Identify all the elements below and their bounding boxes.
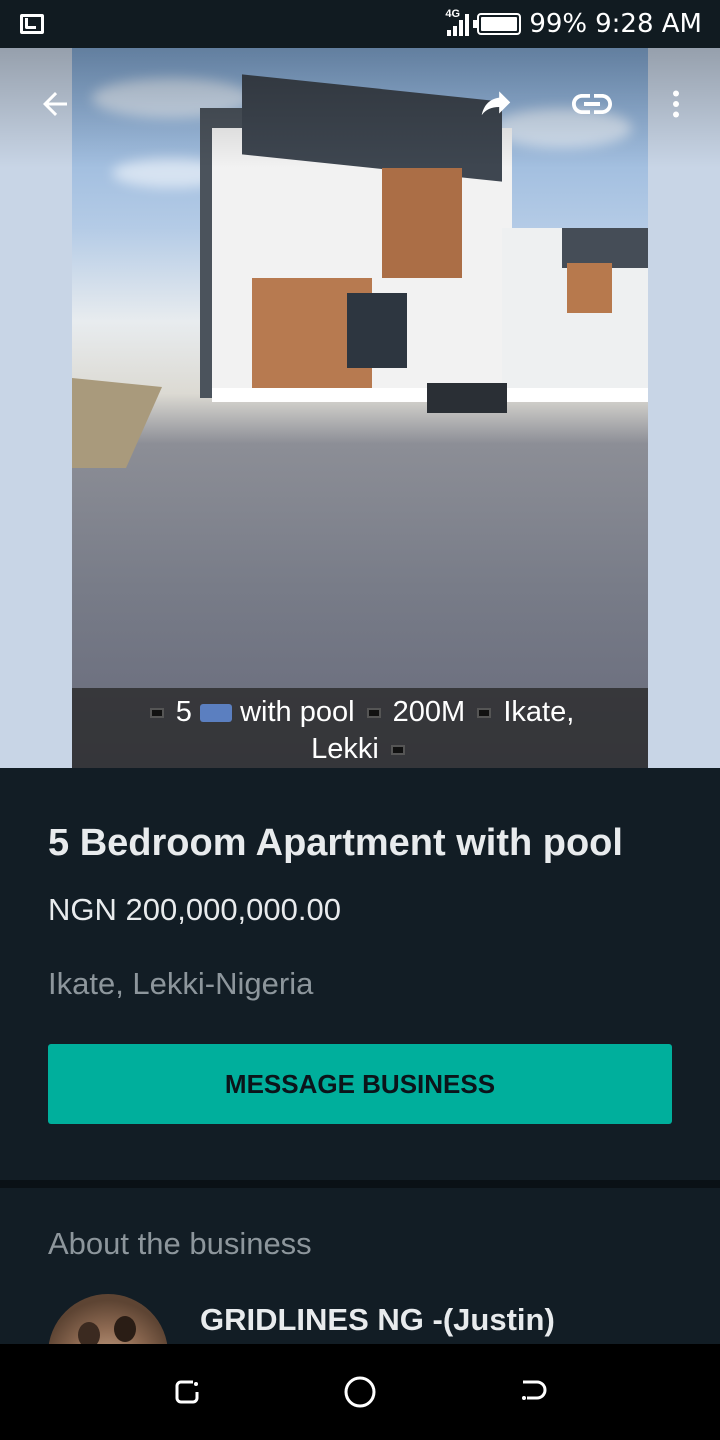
about-heading: About the business	[48, 1226, 312, 1261]
status-bar: 4G 99% 9:28 AM	[0, 0, 720, 48]
business-name[interactable]: GRIDLINES NG -(Justin)	[200, 1302, 555, 1338]
clock: 9:28 AM	[595, 9, 702, 39]
home-icon	[344, 1376, 376, 1408]
product-price: NGN 200,000,000.00	[48, 892, 341, 927]
battery-percent: 99%	[529, 9, 588, 39]
recents-button[interactable]	[157, 1362, 217, 1422]
bed-emoji-icon	[200, 704, 232, 723]
section-divider	[0, 1180, 720, 1188]
product-location: Ikate, Lekki-Nigeria	[48, 966, 314, 1001]
battery-icon	[473, 13, 522, 35]
back-nav-button[interactable]	[503, 1362, 563, 1422]
back-icon[interactable]	[27, 76, 83, 132]
signal-icon: 4G	[445, 8, 470, 36]
home-button[interactable]	[330, 1362, 390, 1422]
product-title: 5 Bedroom Apartment with pool	[48, 822, 623, 864]
forward-share-icon[interactable]	[468, 76, 524, 132]
image-caption: 5 with pool 200M Ikate, Lekki	[72, 688, 648, 768]
screen-cast-icon	[20, 14, 44, 34]
product-details: 5 Bedroom Apartment with pool NGN 200,00…	[0, 768, 720, 1180]
about-business-section: About the business GRIDLINES NG -(Justin…	[0, 1188, 720, 1414]
recents-icon	[175, 1380, 199, 1404]
message-business-button[interactable]: MESSAGE BUSINESS	[48, 1044, 672, 1124]
system-nav-bar	[0, 1344, 720, 1440]
more-vert-icon[interactable]	[648, 76, 704, 132]
back-nav-icon	[522, 1380, 547, 1400]
link-icon[interactable]	[564, 76, 620, 132]
